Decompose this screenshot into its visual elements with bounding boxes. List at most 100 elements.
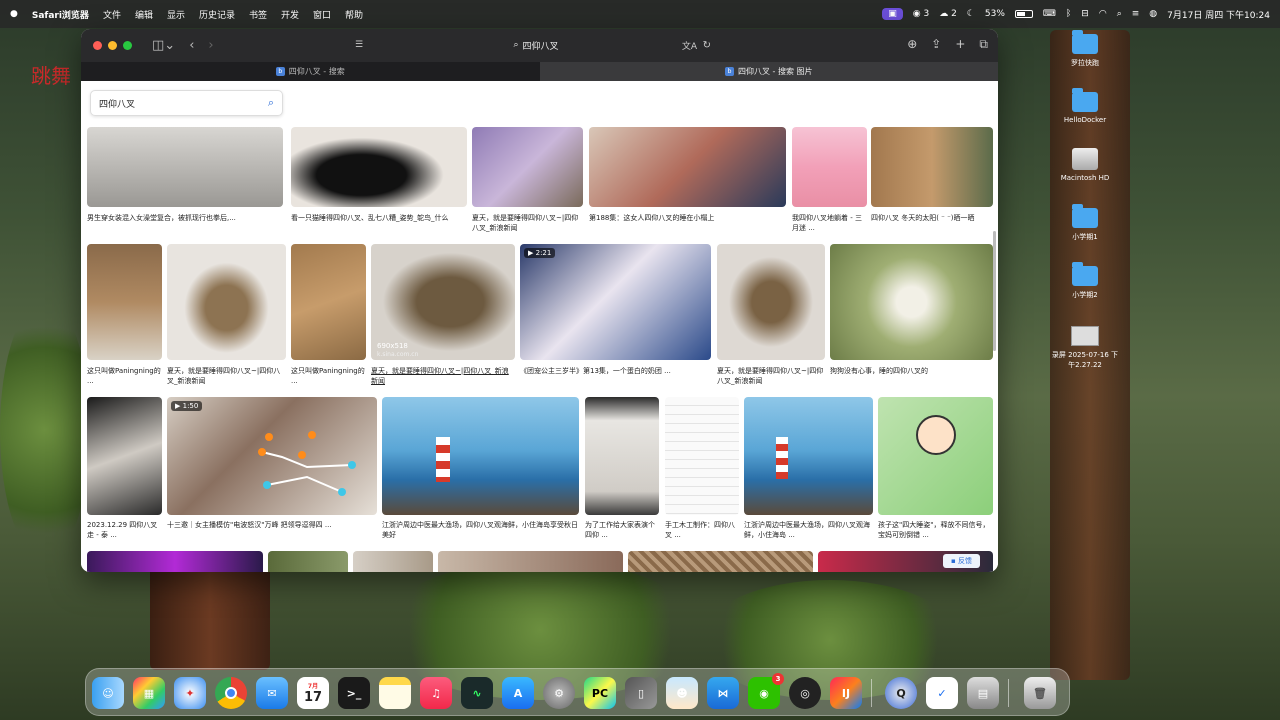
notes-icon[interactable] [379, 677, 411, 709]
result-caption[interactable]: 我四仰八叉地躺着 - 三月迷 ... [792, 213, 867, 233]
translate-icon[interactable]: 文A [682, 39, 697, 52]
result-caption[interactable]: 为了工作给大家表演个四仰 ... [585, 520, 659, 540]
result-caption[interactable]: 夏天，就是要睡得四仰八叉~|四仰八叉_新浪新闻 [167, 366, 286, 386]
image-result[interactable]: 夏天，就是要睡得四仰八叉~|四仰八叉_新浪新闻 [472, 127, 583, 237]
desktop-folder[interactable]: 小学期2 [1050, 262, 1120, 300]
minimize-button[interactable] [108, 41, 117, 50]
image-result[interactable]: 孩子这"四大睡姿"，释放不同信号，宝妈可别倒错 ... [878, 397, 993, 547]
result-caption[interactable]: 这只叫做Paningning的 ... [87, 366, 162, 386]
result-caption[interactable]: 看一只猫睡得四仰八叉、乱七八糟_姿势_鸵鸟_什么 [291, 213, 467, 223]
result-thumbnail[interactable] [717, 244, 825, 360]
result-thumbnail[interactable] [585, 397, 659, 515]
result-thumbnail[interactable]: ▶ 2:21 [520, 244, 711, 360]
image-result[interactable]: 这只叫做Paningning的 ... [291, 244, 366, 394]
moon-icon[interactable]: ☾ [967, 9, 975, 19]
zoom-button[interactable] [123, 41, 132, 50]
image-result[interactable]: 夏天，就是要睡得四仰八叉~|四仰八叉_新浪新闻 [167, 244, 286, 394]
scrollbar[interactable] [993, 231, 996, 351]
image-result[interactable] [438, 551, 623, 572]
image-result[interactable] [628, 551, 813, 572]
wechat-icon[interactable]: ◉ 3 [748, 673, 784, 709]
image-result[interactable]: 夏天，就是要睡得四仰八叉~|四仰八叉_新浪新闻 [717, 244, 825, 394]
chrome-icon[interactable] [215, 677, 247, 709]
image-result[interactable]: 手工木工制作：四仰八叉 ... [665, 397, 739, 547]
cloud-status[interactable]: ☁ 2 [939, 9, 957, 19]
result-caption[interactable]: 2023.12.29 四仰八叉走 - 泰 ... [87, 520, 162, 540]
image-result[interactable]: 690x518 k.sina.com.cn 夏天，就是要睡得四仰八叉~|四仰八叉… [371, 244, 515, 394]
control-center-icon[interactable]: ≡ [1132, 9, 1140, 19]
reload-icon[interactable]: ↻ [703, 40, 711, 51]
wifi-icon[interactable]: ◠ [1099, 9, 1107, 19]
image-result[interactable]: 看一只猫睡得四仰八叉、乱七八糟_姿势_鸵鸟_什么 [291, 127, 467, 237]
result-thumbnail[interactable] [353, 551, 433, 572]
tab-search[interactable]: b 四仰八叉 - 搜索 [81, 62, 540, 81]
image-result[interactable]: 这只叫做Paningning的 ... [87, 244, 162, 394]
result-thumbnail[interactable] [472, 127, 583, 207]
result-thumbnail[interactable] [438, 551, 623, 572]
result-thumbnail[interactable]: ▶ 1:50 [167, 397, 377, 515]
bluetooth-icon[interactable]: ᛒ [1066, 9, 1071, 19]
mail-icon[interactable]: ✉ [256, 677, 288, 709]
image-result[interactable]: 我四仰八叉地躺着 - 三月迷 ... [792, 127, 867, 237]
image-result[interactable]: 四仰八叉 冬天的太阳( ⁻ ⁻)晒一晒 [871, 127, 993, 237]
result-caption[interactable]: 男生穿女装混入女澡堂复合，被抓现行也拳后,... [87, 213, 283, 223]
activity-monitor-icon[interactable]: ∿ [461, 677, 493, 709]
result-thumbnail[interactable] [792, 127, 867, 207]
tab-overview-icon[interactable]: ☰ [355, 40, 363, 50]
music-icon[interactable]: ♫ [420, 677, 452, 709]
image-result[interactable]: ▶ 2:21 《团宠公主三岁半》第13集，一个蛋白的奶团 ... [520, 244, 711, 394]
image-result[interactable]: 为了工作给大家表演个四仰 ... [585, 397, 659, 547]
quicktime-icon[interactable]: Q [885, 677, 917, 709]
menu-develop[interactable]: 开发 [281, 8, 299, 21]
menu-view[interactable]: 显示 [167, 8, 185, 21]
menu-file[interactable]: 文件 [103, 8, 121, 21]
search-icon[interactable]: ⌕ [1117, 9, 1122, 19]
desktop-disk[interactable]: Macintosh HD [1050, 148, 1120, 182]
desktop-folder[interactable]: HelloDocker [1050, 88, 1120, 124]
search-input[interactable]: 四仰八叉 ⌕ [90, 90, 283, 116]
result-caption[interactable]: 狗狗没有心事，睡的四仰八叉的 [830, 366, 993, 376]
iphone-mirroring-icon[interactable]: ▯ [625, 677, 657, 709]
finder-icon[interactable]: ☺ [92, 677, 124, 709]
lark-icon[interactable]: ✓ [926, 677, 958, 709]
pycharm-icon[interactable]: PC [584, 677, 616, 709]
wechat-status[interactable]: ◉ 3 [913, 9, 929, 19]
result-caption[interactable]: 江浙沪周边中医最大渔场，四仰八叉观海鲜，小住海岛 ... [744, 520, 873, 540]
result-thumbnail[interactable]: 690x518 k.sina.com.cn [371, 244, 515, 360]
search-icon[interactable]: ⌕ [268, 96, 274, 110]
tab-images[interactable]: b 四仰八叉 - 搜索 图片 [539, 62, 998, 81]
result-thumbnail[interactable] [744, 397, 873, 515]
calendar-icon[interactable]: 7月 17 [297, 677, 329, 709]
result-thumbnail[interactable] [628, 551, 813, 572]
back-icon[interactable]: ‹ [189, 38, 194, 53]
result-caption[interactable]: 夏天，就是要睡得四仰八叉~|四仰八叉_新浪新闻 [371, 366, 515, 386]
safari-icon[interactable]: ✦ [174, 677, 206, 709]
trash-icon[interactable]: 🗑 [1024, 677, 1056, 709]
result-thumbnail[interactable] [665, 397, 739, 515]
result-thumbnail[interactable] [878, 397, 993, 515]
forward-icon[interactable]: › [208, 38, 213, 53]
result-thumbnail[interactable] [167, 244, 286, 360]
result-thumbnail[interactable] [268, 551, 348, 572]
launchpad-icon[interactable]: ▦ [133, 677, 165, 709]
app-menu[interactable]: Safari浏览器 [32, 8, 89, 21]
keyboard-icon[interactable]: ⌨ [1043, 9, 1056, 19]
image-result[interactable] [87, 551, 263, 572]
result-thumbnail[interactable] [87, 127, 283, 207]
desktop-folder[interactable]: 罗拉快跑 [1050, 30, 1120, 68]
control-icon[interactable]: ⊟ [1081, 9, 1089, 19]
result-thumbnail[interactable] [589, 127, 786, 207]
menu-history[interactable]: 历史记录 [199, 8, 235, 21]
result-thumbnail[interactable] [291, 127, 467, 207]
result-caption[interactable]: 第188集：这女人四仰八叉的睡在小榻上 [589, 213, 786, 223]
image-result[interactable]: 狗狗没有心事，睡的四仰八叉的 [830, 244, 993, 394]
result-thumbnail[interactable] [871, 127, 993, 207]
feedback-button[interactable]: ▪ 反馈 [943, 554, 980, 568]
result-caption[interactable]: 夏天，就是要睡得四仰八叉~|四仰八叉_新浪新闻 [472, 213, 583, 233]
screen-record-icon[interactable]: ▣ [882, 8, 903, 20]
system-settings-icon[interactable]: ⚙ [543, 677, 575, 709]
menu-help[interactable]: 帮助 [345, 8, 363, 21]
image-result[interactable]: 2023.12.29 四仰八叉走 - 泰 ... [87, 397, 162, 547]
app-icon[interactable]: ☻ [666, 677, 698, 709]
result-caption[interactable]: 十三邀｜女主播模仿"电波怒汉"万峰 把领导逗得四 ... [167, 520, 377, 530]
